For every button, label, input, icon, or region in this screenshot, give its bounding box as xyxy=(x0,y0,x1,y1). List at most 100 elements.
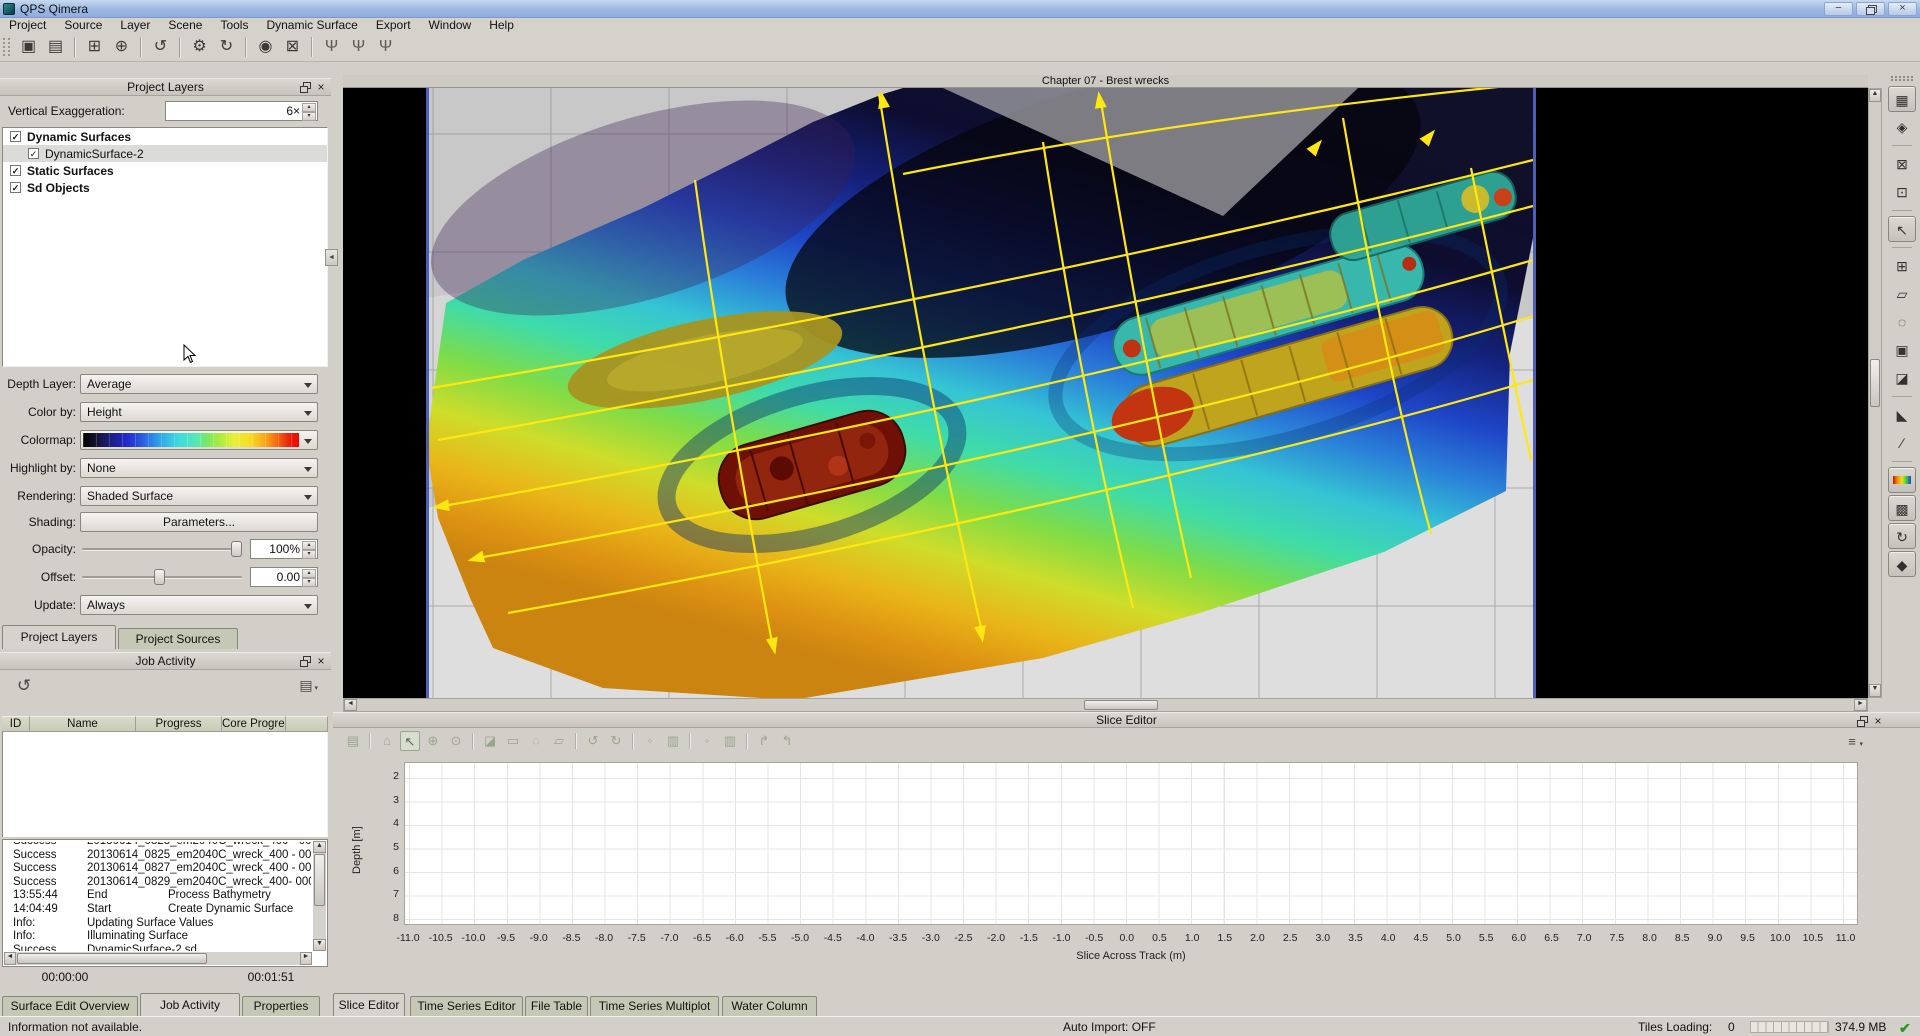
scroll-left-icon[interactable]: ◄ xyxy=(4,952,16,965)
select-arrow-icon[interactable]: ↖ xyxy=(1888,216,1916,242)
eraser-icon[interactable]: ◪ xyxy=(480,731,500,751)
list-item[interactable]: Success 20130614_0827_em2040C_wreck_400 … xyxy=(5,862,311,876)
menu-item[interactable]: Scene xyxy=(159,18,211,33)
scrollbar-thumb[interactable] xyxy=(314,854,325,906)
corner-left-icon[interactable]: ↰ xyxy=(777,731,797,751)
bounds-3d-icon[interactable]: ◆ xyxy=(1888,551,1916,577)
vertical-exaggeration-input[interactable]: 6× xyxy=(165,101,318,121)
menu-item[interactable]: Dynamic Surface xyxy=(257,18,366,33)
menu-item[interactable]: Window xyxy=(420,18,481,33)
ellipse-select-icon[interactable]: ◌ xyxy=(526,731,546,751)
new-project-icon[interactable]: ▣ xyxy=(15,35,42,59)
list-item[interactable]: 13:55:44 End Process Bathymetry xyxy=(5,889,311,903)
corner-right-icon[interactable]: ↱ xyxy=(754,731,774,751)
separator[interactable] xyxy=(1892,210,1912,211)
tree-row[interactable]: ✓ Dynamic Surfaces xyxy=(3,128,327,145)
add-raw-file-icon[interactable]: ⊞ xyxy=(81,35,108,59)
offset-slider[interactable] xyxy=(80,567,244,587)
scrollbar-thumb[interactable] xyxy=(1084,700,1158,710)
checkbox-icon[interactable]: ✓ xyxy=(10,131,21,142)
slider-thumb[interactable] xyxy=(154,569,165,585)
surface-lock-icon[interactable]: ⊠ xyxy=(279,35,306,59)
separator[interactable] xyxy=(746,733,748,749)
separator[interactable] xyxy=(632,733,634,749)
separator[interactable] xyxy=(1892,247,1912,248)
tab-slice-editor[interactable]: Slice Editor xyxy=(333,993,405,1016)
minimize-button[interactable]: − xyxy=(1824,2,1853,16)
grid-3d-icon[interactable]: ▩ xyxy=(1888,495,1916,521)
tab-project-layers[interactable]: Project Layers xyxy=(2,625,116,649)
slider-thumb[interactable] xyxy=(231,541,242,557)
tree-row[interactable]: ✓ Sd Objects xyxy=(3,179,327,196)
viewport-vertical-scrollbar[interactable]: ▲ ▼ xyxy=(1868,88,1882,698)
tab-water-column[interactable]: Water Column xyxy=(722,996,817,1016)
separator[interactable] xyxy=(575,733,577,749)
tab-time-series-editor[interactable]: Time Series Editor xyxy=(410,996,523,1016)
scrollbar-thumb[interactable] xyxy=(1870,359,1880,407)
log-vertical-scrollbar[interactable]: ▲ ▼ xyxy=(313,841,326,951)
menu-item[interactable]: Export xyxy=(367,18,420,33)
separator[interactable] xyxy=(140,37,142,57)
list-item[interactable]: Info: Illuminating Surface xyxy=(5,930,311,944)
slice-plot-area[interactable] xyxy=(404,762,1858,925)
grid-view-icon[interactable]: ▦ xyxy=(1888,86,1916,112)
opacity-input[interactable]: 100% xyxy=(250,539,318,559)
spinner-arrows[interactable] xyxy=(302,541,316,557)
sonar-grid-icon[interactable]: Ψ xyxy=(372,35,399,59)
spinner-arrows[interactable] xyxy=(302,569,316,585)
undo-icon[interactable]: ↺ xyxy=(583,731,603,751)
accept-box-icon[interactable]: ▥ xyxy=(663,731,683,751)
separator[interactable] xyxy=(689,733,691,749)
reject-point-icon[interactable]: ◦ xyxy=(697,731,717,751)
opacity-value[interactable]: 100% xyxy=(253,540,300,558)
select-arrow-icon[interactable]: ↖ xyxy=(400,731,420,751)
spinner-arrows[interactable] xyxy=(302,103,316,119)
scroll-right-icon[interactable]: ► xyxy=(300,952,312,965)
restore-button[interactable] xyxy=(1856,2,1885,16)
fit-3d-icon[interactable]: ⊡ xyxy=(1888,179,1916,205)
viewport-horizontal-scrollbar[interactable]: ◄ ► xyxy=(343,698,1868,712)
separator[interactable] xyxy=(1892,396,1912,397)
plane-view-icon[interactable]: ◈ xyxy=(1888,114,1916,140)
tab-project-sources[interactable]: Project Sources xyxy=(118,628,238,649)
slice-box-icon[interactable]: ▣ xyxy=(1888,337,1916,363)
color-by-combo[interactable]: Height xyxy=(80,402,318,422)
rect-edit-icon[interactable]: ⊞ xyxy=(1888,253,1916,279)
ruler-icon[interactable]: ∕ xyxy=(1888,430,1916,456)
update-combo[interactable]: Always xyxy=(80,595,318,615)
list-item[interactable]: Success 20130614_0825_em2040C_wreck_400 … xyxy=(5,849,311,863)
log-horizontal-scrollbar[interactable]: ◄ ► xyxy=(4,952,312,965)
rect-select-icon[interactable]: ▭ xyxy=(503,731,523,751)
menu-item[interactable]: Tools xyxy=(211,18,257,33)
menu-item[interactable]: Layer xyxy=(111,18,159,33)
surface-sphere-icon[interactable]: ◉ xyxy=(252,35,279,59)
scroll-up-icon[interactable]: ▲ xyxy=(1869,89,1881,102)
fit-extents-icon[interactable]: ⊠ xyxy=(1888,151,1916,177)
scroll-down-icon[interactable]: ▼ xyxy=(1869,684,1881,697)
sonar-map-icon[interactable]: Ψ xyxy=(345,35,372,59)
separator[interactable] xyxy=(1892,461,1912,462)
zoom-in-icon[interactable]: ⊕ xyxy=(423,731,443,751)
column-header-progress[interactable]: Progress xyxy=(136,716,222,732)
toolbar-drag-handle[interactable] xyxy=(3,38,10,56)
bathymetry-scene[interactable] xyxy=(343,88,1868,698)
tree-row[interactable]: ✓ DynamicSurface-2 xyxy=(3,145,327,162)
polygon-edit-icon[interactable]: ▱ xyxy=(1888,281,1916,307)
float-panel-icon[interactable] xyxy=(300,82,311,93)
scrollbar-thumb[interactable] xyxy=(17,953,207,964)
home-icon[interactable]: ⌂ xyxy=(377,731,397,751)
lasso-edit-icon[interactable]: ◌ xyxy=(1888,309,1916,335)
rendering-combo[interactable]: Shaded Surface xyxy=(80,486,318,506)
checkbox-icon[interactable]: ✓ xyxy=(10,182,21,193)
close-icon[interactable]: × xyxy=(315,82,327,94)
float-panel-icon[interactable] xyxy=(300,656,311,667)
tab-time-series-multiplot[interactable]: Time Series Multiplot xyxy=(590,996,719,1016)
column-header-name[interactable]: Name xyxy=(30,716,136,732)
separator[interactable] xyxy=(311,37,313,57)
tree-row-label[interactable]: DynamicSurface-2 xyxy=(45,147,144,161)
offset-input[interactable]: 0.00 xyxy=(250,567,318,587)
slice-plane-icon[interactable]: ◪ xyxy=(1888,365,1916,391)
separator[interactable] xyxy=(472,733,474,749)
tab-properties[interactable]: Properties xyxy=(242,996,320,1016)
checkbox-icon[interactable]: ✓ xyxy=(28,148,39,159)
